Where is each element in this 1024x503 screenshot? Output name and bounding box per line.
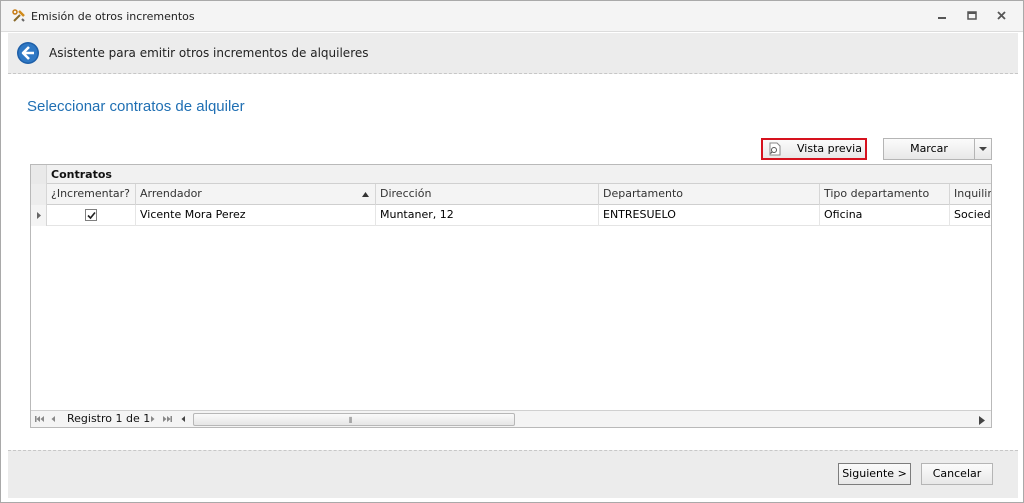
checkmark-icon: [87, 211, 96, 220]
grid-navigator: Registro 1 de 1 ⦀: [31, 410, 991, 427]
record-counter: Registro 1 de 1: [67, 412, 151, 425]
incrementar-checkbox[interactable]: [85, 209, 97, 221]
mark-button[interactable]: Marcar: [883, 138, 975, 160]
cell-incrementar: [47, 205, 136, 226]
cell-arrendador[interactable]: Vicente Mora Perez: [136, 205, 376, 226]
chevron-down-icon: [979, 147, 987, 151]
first-record-icon[interactable]: [35, 414, 45, 424]
column-header-departamento[interactable]: Departamento: [599, 184, 820, 205]
dialog-window: Emisión de otros incrementos Asistente p…: [0, 0, 1024, 503]
next-record-icon[interactable]: [148, 414, 158, 424]
grid-group-row: Contratos: [31, 165, 991, 184]
scroll-right-icon[interactable]: [979, 415, 985, 428]
column-header-arrendador[interactable]: Arrendador: [136, 184, 376, 205]
scroll-left-icon[interactable]: [179, 414, 189, 424]
title-bar: Emisión de otros incrementos: [1, 1, 1023, 32]
mark-dropdown-button[interactable]: [974, 138, 992, 160]
grid-group-label: Contratos: [51, 168, 112, 181]
row-indicator: [31, 205, 47, 226]
column-header-incrementar[interactable]: ¿Incrementar?: [47, 184, 136, 205]
column-header-direccion[interactable]: Dirección: [376, 184, 599, 205]
table-row[interactable]: Vicente Mora Perez Muntaner, 12 ENTRESUE…: [31, 205, 991, 226]
grid-column-header: ¿Incrementar? Arrendador Dirección Depar…: [31, 184, 991, 205]
horizontal-scrollbar-thumb[interactable]: ⦀: [193, 413, 515, 426]
cell-direccion[interactable]: Muntaner, 12: [376, 205, 599, 226]
column-header-arrendador-label: Arrendador: [140, 187, 202, 200]
cell-tipo[interactable]: Oficina: [820, 205, 950, 226]
header-indicator: [31, 184, 47, 205]
contracts-grid[interactable]: Contratos ¿Incrementar? Arrendador Direc…: [30, 164, 992, 428]
wizard-header-title: Asistente para emitir otros incrementos …: [49, 46, 369, 60]
minimize-button[interactable]: [933, 8, 951, 24]
sort-ascending-icon: [362, 192, 369, 197]
window-title: Emisión de otros incrementos: [31, 10, 195, 23]
scroll-grip-icon: ⦀: [349, 416, 353, 425]
wizard-header: Asistente para emitir otros incrementos …: [8, 33, 1018, 74]
tools-icon: [12, 9, 26, 23]
previous-record-icon[interactable]: [49, 414, 59, 424]
preview-button[interactable]: Vista previa: [761, 138, 867, 160]
cell-departamento[interactable]: ENTRESUELO: [599, 205, 820, 226]
last-record-icon[interactable]: [162, 414, 172, 424]
column-header-tipo[interactable]: Tipo departamento: [820, 184, 950, 205]
preview-button-label: Vista previa: [797, 142, 862, 155]
cancel-button[interactable]: Cancelar: [921, 463, 993, 485]
wizard-footer: Siguiente > Cancelar: [8, 450, 1018, 498]
row-pointer-icon: [37, 212, 41, 219]
back-arrow-icon[interactable]: [16, 41, 40, 65]
maximize-button[interactable]: [963, 8, 981, 24]
group-indent: [31, 165, 47, 184]
magnifier-document-icon: [768, 142, 782, 156]
cell-inquilino[interactable]: Sociedad: [950, 205, 991, 226]
page-title: Seleccionar contratos de alquiler: [27, 98, 245, 115]
close-button[interactable]: [993, 8, 1011, 24]
column-header-inquilino[interactable]: Inquilino: [950, 184, 991, 205]
next-button[interactable]: Siguiente >: [838, 463, 911, 485]
